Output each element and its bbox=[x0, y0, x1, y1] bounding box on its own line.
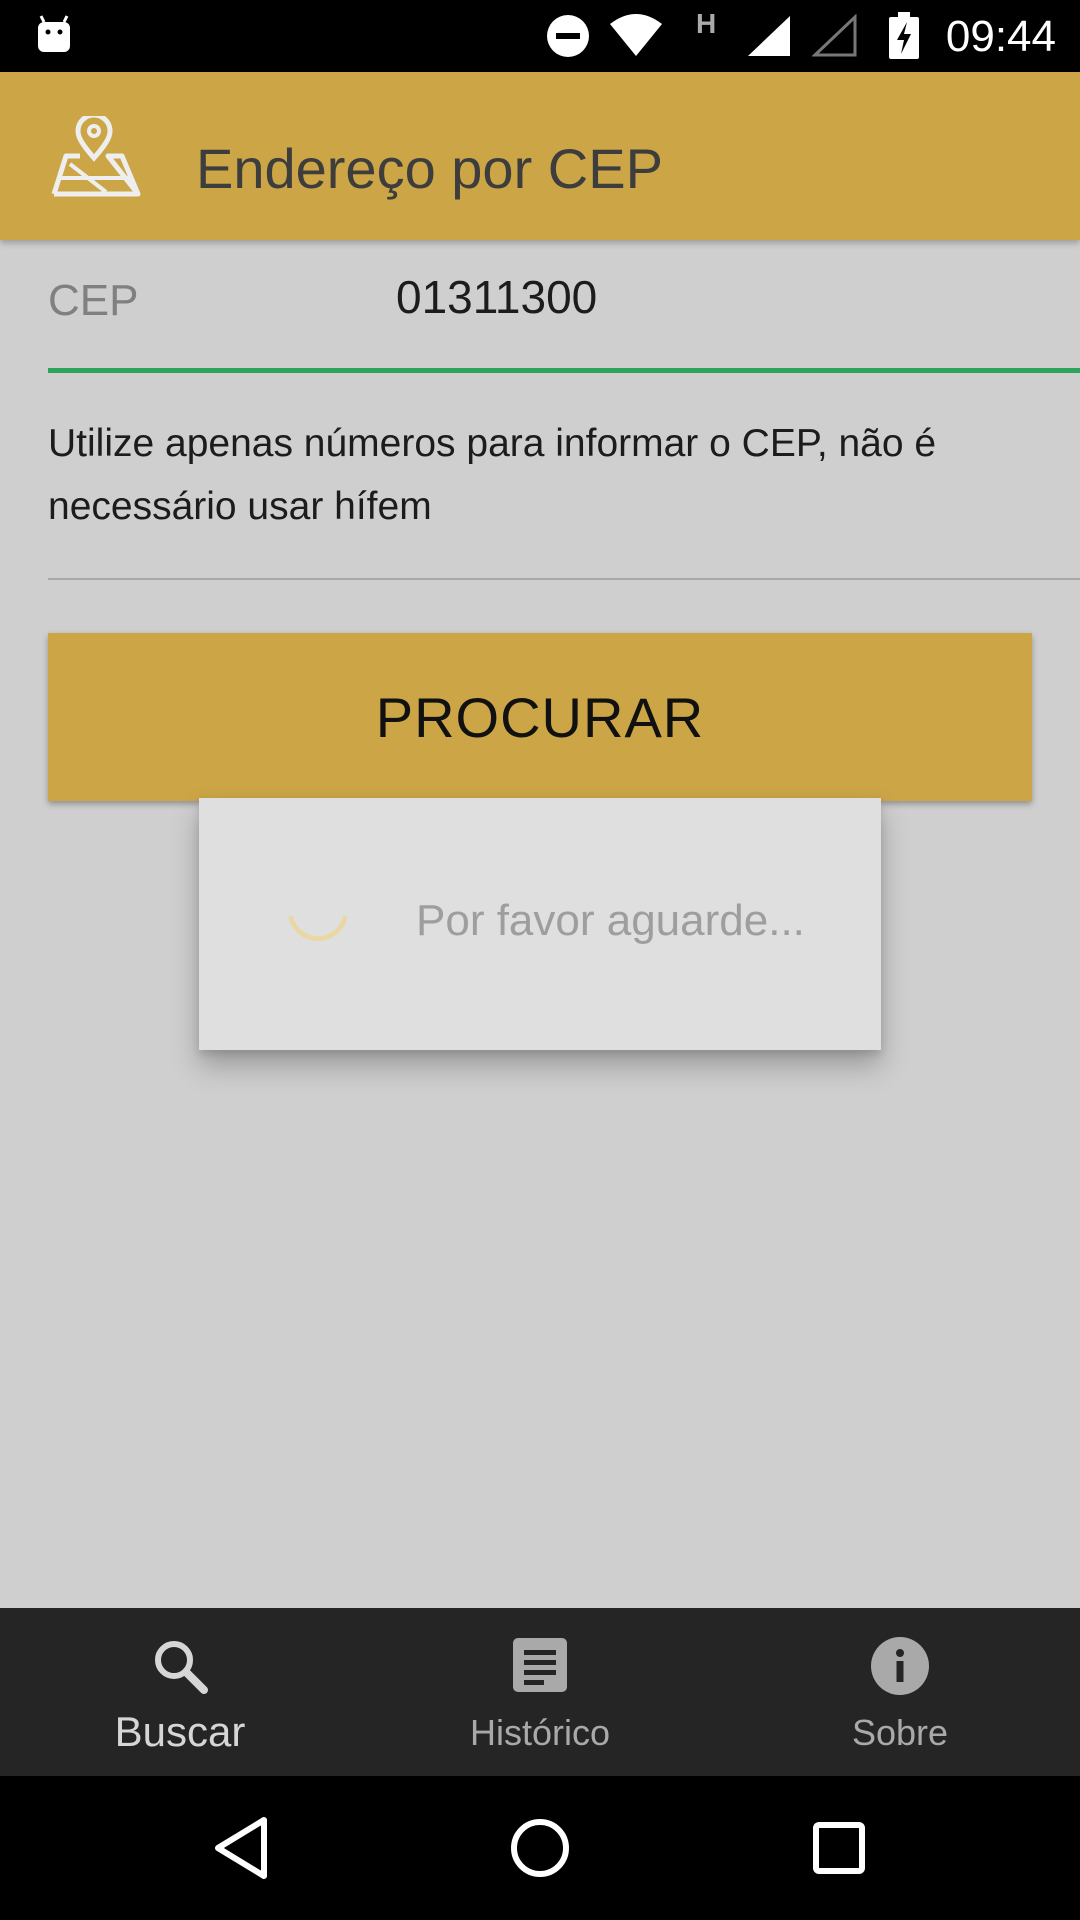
cep-input-underline bbox=[48, 368, 1080, 373]
loading-spinner-icon bbox=[288, 915, 348, 942]
search-icon bbox=[155, 1641, 208, 1694]
cep-label: CEP bbox=[48, 276, 139, 325]
back-icon[interactable] bbox=[170, 1776, 310, 1920]
nav-item-sobre[interactable]: Sobre bbox=[720, 1608, 1080, 1776]
nav-label: Sobre bbox=[851, 1712, 949, 1753]
dialog-message: Por favor aguarde... bbox=[416, 896, 805, 945]
status-bar: H 09:44 bbox=[0, 0, 1080, 72]
history-icon bbox=[513, 1638, 567, 1692]
battery-charging-icon bbox=[889, 12, 919, 59]
recents-icon[interactable] bbox=[770, 1776, 910, 1920]
nav-item-historico[interactable]: Histórico bbox=[360, 1608, 720, 1776]
network-type: H bbox=[696, 8, 717, 39]
nav-label: Histórico bbox=[469, 1712, 611, 1753]
cep-hint-text: Utilize apenas números para informar o C… bbox=[48, 422, 937, 528]
map-pin-icon bbox=[51, 116, 141, 197]
nav-label: Buscar bbox=[114, 1708, 246, 1755]
signal-empty-icon bbox=[812, 14, 857, 57]
nav-item-buscar[interactable]: Buscar bbox=[0, 1608, 360, 1776]
bottom-navigation: Buscar Histórico Sobre bbox=[0, 1608, 1080, 1776]
divider bbox=[48, 578, 1080, 580]
home-icon[interactable] bbox=[470, 1776, 610, 1920]
android-notification-icon bbox=[38, 15, 70, 52]
status-time: 09:44 bbox=[945, 12, 1056, 61]
system-navigation-bar bbox=[0, 1776, 1080, 1920]
do-not-disturb-icon bbox=[547, 15, 589, 57]
progress-dialog: Por favor aguarde... bbox=[199, 798, 881, 1050]
cep-input[interactable] bbox=[396, 270, 996, 324]
page-title: Endereço por CEP bbox=[196, 137, 663, 200]
search-button[interactable]: PROCURAR bbox=[48, 633, 1032, 801]
wifi-icon bbox=[610, 14, 662, 56]
signal-icon bbox=[748, 16, 790, 56]
info-icon bbox=[871, 1637, 929, 1695]
app-bar: Endereço por CEP bbox=[0, 72, 1080, 240]
